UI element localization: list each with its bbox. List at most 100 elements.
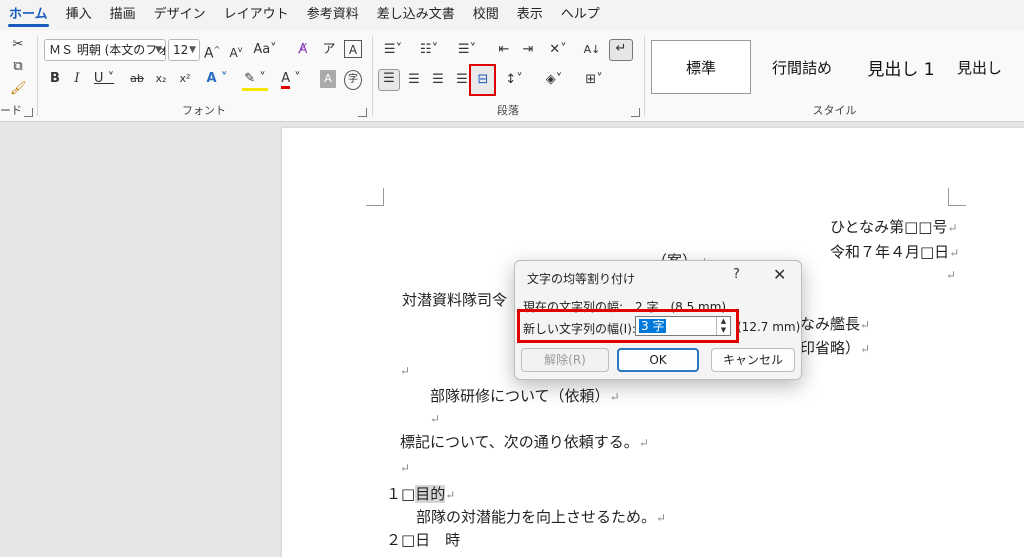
clipboard-dialog-launcher-icon[interactable]	[24, 108, 33, 117]
item1-text-line[interactable]: 部隊の対潜能力を向上させるため。↵	[416, 506, 666, 527]
ok-button[interactable]: OK	[617, 348, 699, 372]
new-width-mm: (12.7 mm)	[737, 320, 801, 334]
item2-heading-line[interactable]: ２□日 時	[386, 529, 460, 550]
annotation-highlight-box	[517, 309, 739, 343]
crop-mark	[948, 188, 966, 206]
ribbon-tabs: ホーム 挿入 描画 デザイン レイアウト 参考資料 差し込み文書 校閲 表示 ヘ…	[0, 0, 1024, 30]
increase-indent-icon[interactable]: ⇥	[519, 41, 537, 59]
text-effects-icon[interactable]: A ˅	[204, 70, 230, 88]
ribbon: ✂ ⧉ 🖌 ード ＭＳ 明朝 (本文のフォ ▼ 12 ▼ A^ Av Aa˅ A̸ …	[0, 30, 1024, 122]
copy-icon[interactable]: ⧉	[10, 58, 26, 76]
doc-date-text: 令和７年４月□日	[830, 243, 950, 261]
sender-line[interactable]: なみ艦長↵	[800, 313, 870, 334]
tab-home[interactable]: ホーム	[0, 0, 57, 30]
paragraph-group-label: 段落	[497, 104, 519, 117]
font-name-combo[interactable]: ＭＳ 明朝 (本文のフォ ▼	[44, 39, 166, 61]
enclosed-character-icon[interactable]: 字	[344, 70, 362, 90]
body-line[interactable]: 標記について、次の通り依頼する。↵	[400, 431, 649, 452]
style-heading-2[interactable]: 見出し	[957, 40, 1023, 94]
tab-draw[interactable]: 描画	[101, 0, 145, 30]
borders-icon[interactable]: ⊞˅	[581, 71, 607, 89]
paragraph-mark-icon: ↵	[947, 221, 958, 235]
enclose-characters-icon[interactable]: A	[344, 40, 362, 58]
format-painter-icon[interactable]: 🖌	[10, 80, 27, 98]
underline-icon[interactable]: U ˅	[92, 70, 116, 88]
tab-mailings[interactable]: 差し込み文書	[368, 0, 464, 30]
item1-title-selected: 目的	[415, 485, 446, 503]
cancel-button[interactable]: キャンセル	[711, 348, 795, 372]
asian-layout-icon[interactable]: ✕˅	[545, 41, 571, 59]
highlight-color-icon[interactable]: ✎ ˅	[242, 70, 268, 91]
subject-line[interactable]: 部隊研修について（依頼）↵	[430, 385, 620, 406]
styles-group: 標準 行間詰め 見出し 1 見出し スタイル	[645, 30, 1024, 122]
item1-heading-line[interactable]: １□目的↵	[386, 483, 455, 504]
cut-icon[interactable]: ✂	[10, 36, 26, 54]
style-normal[interactable]: 標準	[651, 40, 751, 94]
paragraph-mark-icon: ↵	[430, 412, 441, 426]
empty-paragraph[interactable]: ↵	[946, 265, 956, 283]
close-icon[interactable]: ✕	[773, 265, 786, 284]
item1-text: 部隊の対潜能力を向上させるため。	[416, 508, 657, 526]
multilevel-list-icon[interactable]: ☰˅	[453, 41, 481, 59]
paragraph-mark-icon: ↵	[949, 246, 960, 260]
doc-number-text: ひとなみ第□□号	[830, 218, 948, 236]
tab-view[interactable]: 表示	[508, 0, 552, 30]
paragraph-mark-icon: ↵	[400, 364, 411, 378]
change-case-label: Aa	[253, 42, 271, 57]
empty-paragraph[interactable]: ↵	[430, 409, 440, 427]
sender-text: なみ艦長	[800, 315, 861, 333]
strikethrough-icon[interactable]: ab	[128, 70, 146, 88]
clipboard-group: ✂ ⧉ 🖌 ード	[0, 30, 36, 122]
font-size-value: 12	[173, 43, 189, 57]
seal-note-line[interactable]: 印省略）↵	[800, 337, 870, 358]
subscript-icon[interactable]: x₂	[152, 70, 170, 88]
shading-icon[interactable]: ◈˅	[541, 71, 567, 89]
tab-layout[interactable]: レイアウト	[215, 0, 298, 30]
font-dialog-launcher-icon[interactable]	[358, 108, 367, 117]
decrease-indent-icon[interactable]: ⇤	[495, 41, 513, 59]
italic-icon[interactable]: I	[70, 70, 84, 88]
change-case-button[interactable]: Aa˅	[252, 41, 278, 59]
shrink-font-icon[interactable]: Av	[228, 41, 244, 62]
doc-number-line[interactable]: ひとなみ第□□号↵	[830, 216, 958, 237]
sort-icon[interactable]: A↓	[583, 41, 601, 59]
body-text: 標記について、次の通り依頼する。	[400, 433, 639, 451]
line-spacing-icon[interactable]: ↕˅	[501, 71, 527, 89]
font-size-combo[interactable]: 12 ▼	[168, 39, 200, 61]
numbering-icon[interactable]: ☷˅	[415, 41, 443, 59]
clear-button[interactable]: 解除(R)	[521, 348, 609, 372]
tab-design[interactable]: デザイン	[145, 0, 215, 30]
help-icon[interactable]: ?	[733, 267, 740, 282]
distributed-alignment-button[interactable]: ⊟	[469, 64, 496, 96]
tab-references[interactable]: 参考資料	[298, 0, 368, 30]
paragraph-mark-icon: ↵	[946, 268, 957, 282]
empty-paragraph[interactable]: ↵	[400, 361, 410, 379]
addressee-line[interactable]: 対潜資料隊司令	[402, 289, 507, 310]
align-center-icon[interactable]: ☰	[405, 71, 423, 89]
tab-review[interactable]: 校閲	[464, 0, 508, 30]
style-heading-1[interactable]: 見出し 1	[853, 40, 949, 94]
seal-note-text: 印省略）	[800, 339, 861, 357]
paragraph-mark-icon: ↵	[445, 488, 456, 502]
paragraph-mark-icon: ↵	[400, 461, 411, 475]
tab-insert[interactable]: 挿入	[57, 0, 101, 30]
grow-font-icon[interactable]: A^	[204, 41, 220, 63]
paragraph-dialog-launcher-icon[interactable]	[631, 108, 640, 117]
paragraph-mark-icon: ↵	[638, 436, 649, 450]
superscript-icon[interactable]: x²	[176, 70, 194, 88]
doc-date-line[interactable]: 令和７年４月□日↵	[830, 241, 959, 262]
phonetic-guide-icon[interactable]: ア	[320, 41, 338, 59]
align-right-icon[interactable]: ☰	[429, 71, 447, 89]
clear-formatting-icon[interactable]: A̸	[294, 41, 312, 59]
bold-icon[interactable]: B	[48, 70, 62, 88]
show-paragraph-marks-icon[interactable]: ↵	[609, 39, 633, 61]
align-left-icon[interactable]: ☰	[378, 69, 400, 91]
character-shading-icon[interactable]: A	[320, 70, 336, 88]
font-color-icon[interactable]: A ˅	[278, 70, 304, 89]
tab-help[interactable]: ヘルプ	[552, 0, 609, 30]
style-no-spacing[interactable]: 行間詰め	[759, 40, 845, 94]
empty-paragraph[interactable]: ↵	[400, 458, 410, 476]
crop-mark	[366, 188, 384, 206]
chevron-down-icon: ▼	[155, 45, 162, 55]
bullets-icon[interactable]: ☰˅	[379, 41, 407, 59]
